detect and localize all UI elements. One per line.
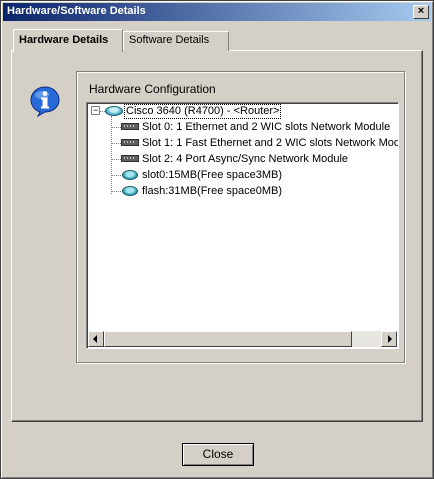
close-button[interactable]: Close (182, 443, 254, 466)
tree-node-label: slot0:15MB(Free space3MB) (142, 169, 282, 181)
router-icon (105, 106, 123, 116)
tree-connector (111, 159, 121, 160)
network-module-icon (121, 139, 139, 146)
scrollbar-thumb[interactable] (104, 331, 352, 347)
scroll-left-button[interactable] (88, 331, 104, 347)
tree-connector (111, 143, 121, 144)
tree-node-label: Slot 2: 4 Port Async/Sync Network Module (142, 153, 349, 165)
scroll-right-button[interactable] (381, 331, 397, 347)
tree-connector (111, 175, 121, 176)
tab-label: Software Details (129, 34, 210, 46)
tree-node-slot0-memory[interactable]: slot0:15MB(Free space3MB) (87, 167, 398, 183)
collapse-icon[interactable]: − (91, 106, 100, 115)
tree-node-label: Cisco 3640 (R4700) - <Router> (124, 104, 282, 119)
tree-node-label: Slot 0: 1 Ethernet and 2 WIC slots Netwo… (142, 121, 391, 133)
tree-node-slot-0[interactable]: Slot 0: 1 Ethernet and 2 WIC slots Netwo… (87, 119, 398, 135)
horizontal-scrollbar[interactable] (88, 331, 397, 347)
network-module-icon (121, 123, 139, 130)
info-icon (30, 86, 60, 117)
tree-connector (111, 191, 121, 192)
hardware-tree[interactable]: − Cisco 3640 (R4700) - <Router> Slot 0: … (86, 102, 399, 349)
close-icon[interactable]: × (413, 5, 429, 19)
tree-node-label: Slot 1: 1 Fast Ethernet and 2 WIC slots … (142, 137, 399, 149)
network-module-icon (121, 155, 139, 162)
tree-connector (111, 127, 121, 128)
window-title: Hardware/Software Details (7, 5, 146, 17)
tab-hardware-details[interactable]: Hardware Details (13, 29, 123, 52)
dialog-window: Hardware/Software Details × Hardware Det… (0, 0, 434, 479)
arrow-left-icon (93, 335, 97, 343)
tree-node-flash-memory[interactable]: flash:31MB(Free space0MB) (87, 183, 398, 199)
tab-label: Hardware Details (19, 34, 109, 46)
tree-node-slot-2[interactable]: Slot 2: 4 Port Async/Sync Network Module (87, 151, 398, 167)
title-bar[interactable]: Hardware/Software Details × (3, 3, 431, 21)
tree-node-slot-1[interactable]: Slot 1: 1 Fast Ethernet and 2 WIC slots … (87, 135, 398, 151)
tab-software-details[interactable]: Software Details (123, 31, 229, 51)
arrow-right-icon (388, 335, 392, 343)
flash-memory-icon (122, 170, 138, 180)
tree-node-root[interactable]: − Cisco 3640 (R4700) - <Router> (87, 103, 398, 119)
tree-node-label: flash:31MB(Free space0MB) (142, 185, 282, 197)
group-title: Hardware Configuration (89, 82, 216, 96)
flash-memory-icon (122, 186, 138, 196)
